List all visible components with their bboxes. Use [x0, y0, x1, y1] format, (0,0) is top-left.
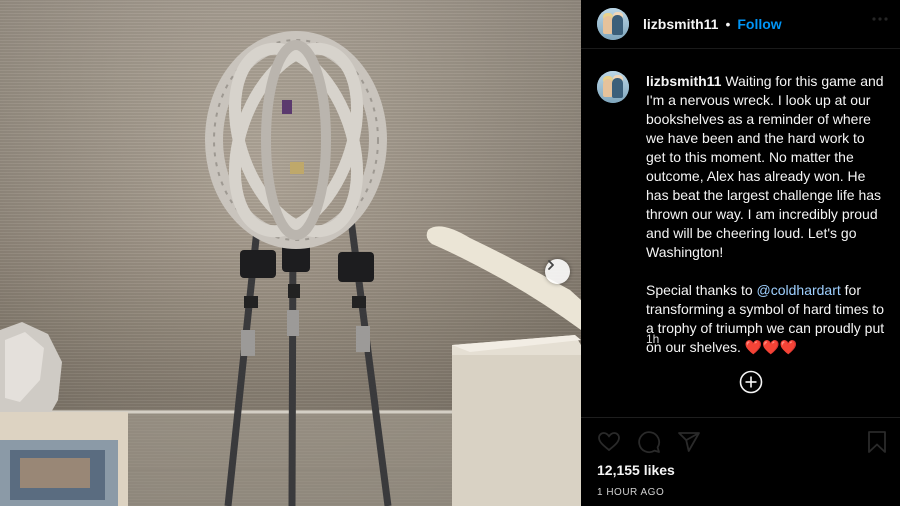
caption-age: 1h	[646, 332, 660, 346]
header-username[interactable]: lizbsmith11	[643, 16, 718, 32]
share-icon[interactable]	[677, 430, 701, 454]
chevron-right-icon	[548, 260, 554, 270]
caption-comment: lizbsmith11 Waiting for this game and I'…	[597, 71, 887, 357]
bookmark-icon[interactable]	[865, 430, 889, 454]
likes-count[interactable]: 12,155 likes	[597, 462, 675, 478]
caption-thanks-prefix: Special thanks to	[646, 282, 757, 298]
heart-icon[interactable]	[597, 430, 621, 454]
caption-body: Waiting for this game and I'm a nervous …	[646, 73, 884, 260]
post-photo[interactable]	[0, 0, 581, 506]
post-header: lizbsmith11 • Follow	[581, 0, 900, 48]
post-timestamp[interactable]: 1 HOUR AGO	[597, 487, 664, 498]
caption-avatar[interactable]	[597, 71, 629, 103]
post-sidebar: lizbsmith11 • Follow lizbsmith11 Waiting…	[581, 0, 900, 506]
next-photo-button[interactable]	[545, 259, 570, 284]
actions-divider	[581, 417, 900, 418]
mention-link[interactable]: @coldhardart	[757, 282, 841, 298]
separator-dot: •	[725, 16, 731, 32]
caption-paragraph-2: Special thanks to @coldhardart for trans…	[646, 281, 887, 357]
avatar[interactable]	[597, 8, 629, 40]
more-options-icon[interactable]	[870, 9, 890, 29]
caption-username[interactable]: lizbsmith11	[646, 73, 721, 89]
caption-paragraph-1: lizbsmith11 Waiting for this game and I'…	[646, 72, 887, 262]
follow-button[interactable]: Follow	[737, 16, 781, 32]
caption-text: lizbsmith11 Waiting for this game and I'…	[646, 72, 887, 357]
header-divider	[581, 48, 900, 49]
comment-icon[interactable]	[637, 430, 661, 454]
photo-content	[0, 31, 581, 506]
action-bar	[597, 430, 887, 456]
plus-circle-icon[interactable]	[739, 370, 763, 394]
